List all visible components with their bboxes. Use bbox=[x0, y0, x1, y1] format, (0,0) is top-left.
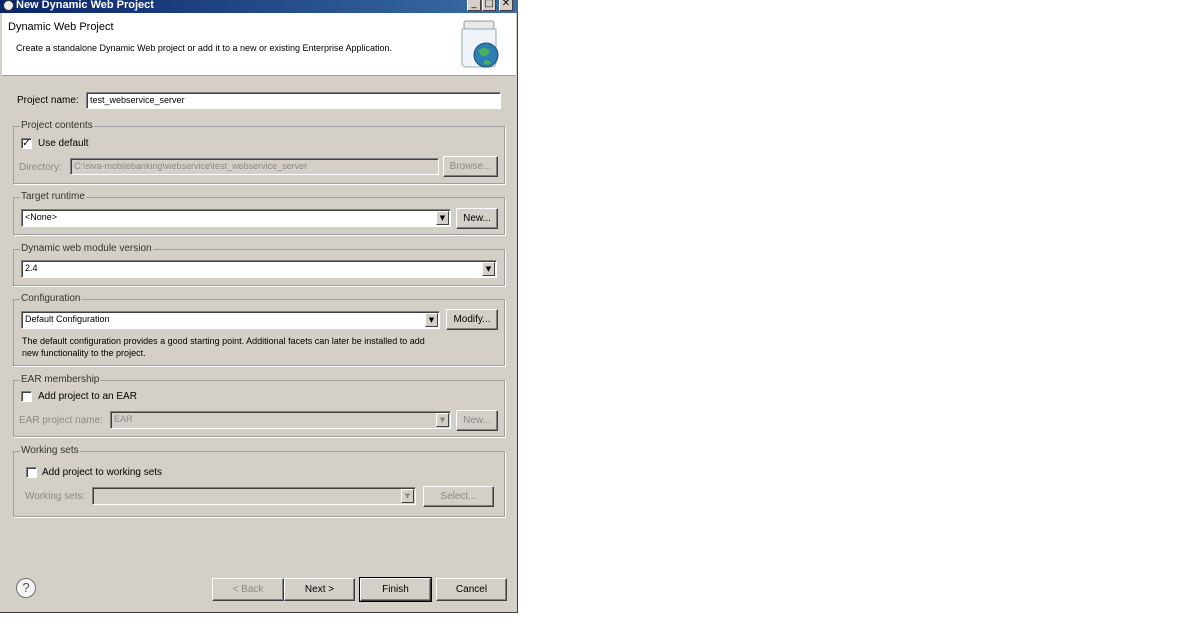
finish-button[interactable]: Finish bbox=[359, 577, 432, 602]
add-to-working-sets-label: Add project to working sets bbox=[42, 467, 163, 478]
chevron-down-icon[interactable]: ▼ bbox=[482, 262, 495, 276]
working-sets-group: Working sets bbox=[13, 445, 505, 517]
select-working-sets-button[interactable]: Select... bbox=[423, 486, 494, 507]
back-button[interactable]: < Back bbox=[212, 578, 284, 601]
chevron-down-icon[interactable]: ▼ bbox=[436, 413, 449, 427]
use-default-label: Use default bbox=[38, 138, 89, 149]
ear-new-button[interactable]: New... bbox=[456, 410, 498, 431]
working-sets-dropdown[interactable]: ▼ bbox=[92, 487, 416, 505]
project-contents-group: Project contents bbox=[13, 120, 505, 184]
chevron-down-icon[interactable]: ▼ bbox=[425, 313, 438, 327]
wizard-title: Dynamic Web Project bbox=[8, 21, 114, 33]
wizard-description: Create a standalone Dynamic Web project … bbox=[16, 43, 393, 53]
configuration-dropdown[interactable]: Default Configuration ▼ bbox=[21, 311, 440, 329]
use-default-checkbox[interactable]: ✓ bbox=[21, 138, 32, 149]
ear-project-name-label: EAR project name: bbox=[19, 415, 103, 426]
window-title: New Dynamic Web Project bbox=[16, 0, 154, 11]
module-version-dropdown[interactable]: 2.4 ▼ bbox=[21, 260, 497, 278]
maximize-button[interactable]: □ bbox=[482, 0, 496, 11]
dialog-window: New Dynamic Web Project _ □ ✕ Dynamic We… bbox=[0, 0, 518, 613]
web-project-globe-icon bbox=[461, 20, 499, 68]
ear-membership-title: EAR membership bbox=[20, 374, 101, 385]
wizard-header: Dynamic Web Project Create a standalone … bbox=[2, 13, 516, 76]
eclipse-icon bbox=[3, 0, 14, 11]
target-runtime-value: <None> bbox=[25, 212, 58, 222]
title-bar[interactable]: New Dynamic Web Project _ □ ✕ bbox=[0, 0, 518, 13]
module-version-title: Dynamic web module version bbox=[20, 243, 153, 254]
ear-project-dropdown[interactable]: EAR ▼ bbox=[110, 411, 451, 429]
project-name-input[interactable]: test_webservice_server bbox=[86, 92, 501, 109]
modify-button[interactable]: Modify... bbox=[446, 309, 498, 330]
configuration-description-line1: The default configuration provides a goo… bbox=[22, 336, 425, 346]
working-sets-title: Working sets bbox=[20, 445, 80, 456]
target-runtime-dropdown[interactable]: <None> ▼ bbox=[21, 209, 451, 227]
add-to-ear-label: Add project to an EAR bbox=[38, 391, 137, 402]
chevron-down-icon[interactable]: ▼ bbox=[436, 211, 449, 225]
target-runtime-title: Target runtime bbox=[20, 191, 86, 202]
help-icon[interactable]: ? bbox=[16, 578, 36, 598]
minimize-button[interactable]: _ bbox=[467, 0, 481, 11]
configuration-description-line2: new functionality to the project. bbox=[22, 348, 146, 358]
module-version-value: 2.4 bbox=[25, 263, 38, 273]
add-to-ear-checkbox[interactable] bbox=[21, 391, 32, 402]
ear-project-value: EAR bbox=[114, 414, 133, 424]
add-to-working-sets-checkbox[interactable] bbox=[26, 467, 37, 478]
directory-label: Directory: bbox=[19, 162, 62, 173]
chevron-down-icon[interactable]: ▼ bbox=[401, 489, 414, 503]
configuration-title: Configuration bbox=[20, 293, 82, 304]
target-runtime-new-button[interactable]: New... bbox=[456, 208, 498, 229]
directory-input[interactable]: C:\siva-mobilebanking\webservice\test_we… bbox=[70, 158, 439, 175]
working-sets-label: Working sets: bbox=[25, 491, 86, 502]
next-button[interactable]: Next > bbox=[284, 578, 355, 601]
browse-button[interactable]: Browse... bbox=[443, 156, 498, 177]
cancel-button[interactable]: Cancel bbox=[436, 578, 507, 601]
close-button[interactable]: ✕ bbox=[499, 0, 513, 11]
project-contents-title: Project contents bbox=[20, 120, 94, 131]
project-name-label: Project name: bbox=[17, 95, 79, 106]
configuration-value: Default Configuration bbox=[25, 314, 110, 324]
